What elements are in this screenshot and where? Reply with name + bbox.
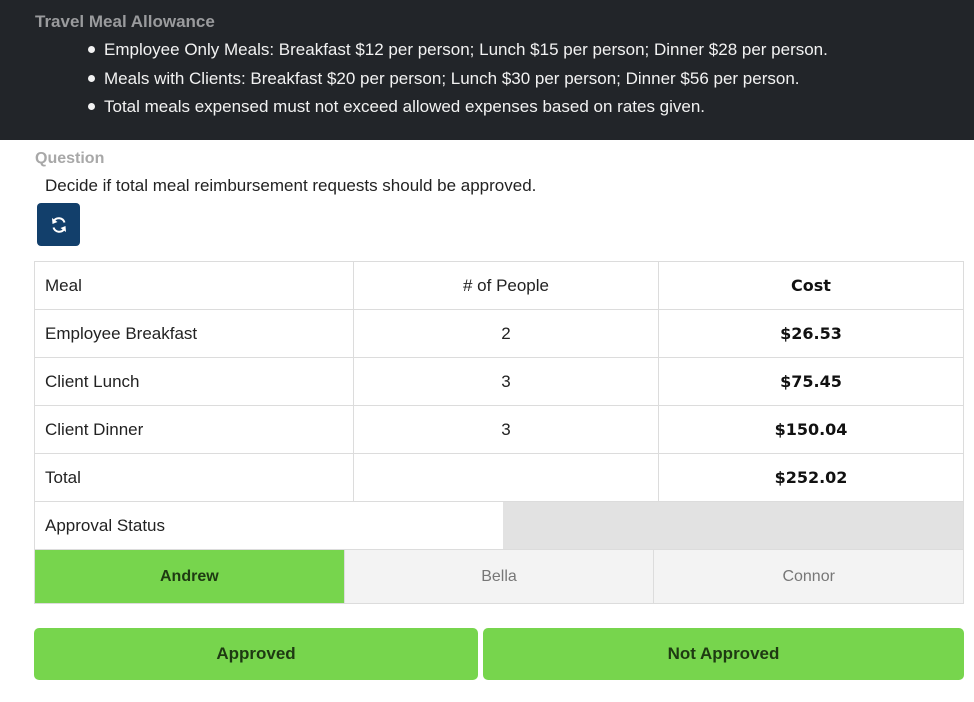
table-row: Employee Breakfast 2 $26.53 [35, 310, 963, 358]
meal-cell: Employee Breakfast [35, 310, 354, 357]
people-cell: 3 [354, 406, 659, 453]
header-title: Travel Meal Allowance [35, 12, 215, 31]
total-row: Total $252.02 [35, 454, 963, 502]
cost-cell: $26.53 [780, 324, 842, 343]
refresh-button[interactable] [37, 203, 80, 246]
tab-bella[interactable]: Bella [344, 550, 655, 603]
approval-status-label: Approval Status [45, 515, 166, 535]
header-people: # of People [354, 262, 659, 309]
bullet-icon [88, 103, 95, 110]
meal-cell: Client Lunch [35, 358, 354, 405]
bullet-icon [88, 74, 95, 82]
cost-cell: $150.04 [774, 420, 848, 439]
rule-item: Meals with Clients: Breakfast $20 per pe… [88, 68, 828, 97]
rule-text: Meals with Clients: Breakfast $20 per pe… [104, 68, 800, 88]
person-tabs: Andrew Bella Connor [35, 550, 964, 603]
approval-status-row: Approval Status [35, 502, 963, 550]
people-cell: 3 [354, 358, 659, 405]
approved-button[interactable]: Approved [34, 628, 478, 680]
rule-text: Total meals expensed must not exceed all… [104, 97, 706, 116]
not-approved-button[interactable]: Not Approved [483, 628, 964, 680]
instructions-header: Travel Meal Allowance Employee Only Meal… [0, 0, 974, 140]
header-meal: Meal [35, 262, 354, 309]
header-cost: Cost [791, 276, 831, 295]
people-cell: 2 [354, 310, 659, 357]
question-label: Question [35, 150, 105, 167]
meal-cell: Client Dinner [35, 406, 354, 453]
meal-table: Meal # of People Cost Employee Breakfast… [34, 261, 964, 604]
total-people [354, 454, 659, 501]
cost-cell: $75.45 [780, 372, 842, 391]
table-header-row: Meal # of People Cost [35, 262, 963, 310]
rule-text: Employee Only Meals: Breakfast $12 per p… [104, 40, 828, 59]
table-row: Client Dinner 3 $150.04 [35, 406, 963, 454]
approval-status-value [503, 502, 963, 549]
table-row: Client Lunch 3 $75.45 [35, 358, 963, 406]
rules-list: Employee Only Meals: Breakfast $12 per p… [88, 39, 828, 125]
total-cost: $252.02 [774, 468, 848, 487]
tab-andrew[interactable]: Andrew [35, 550, 345, 603]
question-text: Decide if total meal reimbursement reque… [45, 176, 537, 195]
total-label: Total [35, 454, 354, 501]
bullet-icon [88, 46, 95, 53]
rule-item: Employee Only Meals: Breakfast $12 per p… [88, 39, 828, 68]
rule-item: Total meals expensed must not exceed all… [88, 96, 828, 125]
tab-connor[interactable]: Connor [654, 550, 964, 603]
refresh-icon [51, 216, 66, 233]
